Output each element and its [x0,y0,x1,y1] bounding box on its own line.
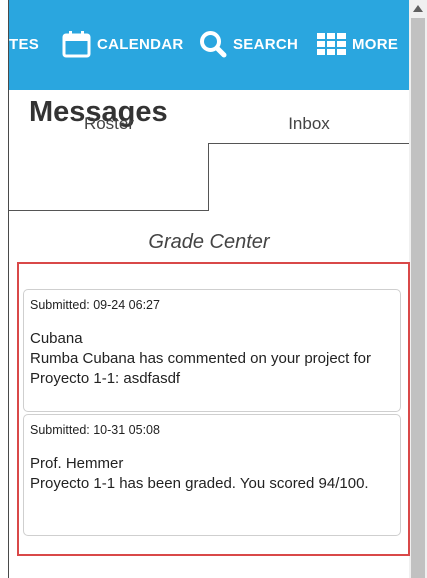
nav-calendar-label: CALENDAR [97,35,184,53]
tab-border [9,210,209,211]
app-frame: TES CALENDAR SEARCH MORE Messages Roster… [0,0,427,578]
tab-border [208,143,409,144]
top-navigation-bar: TES CALENDAR SEARCH MORE [9,0,409,90]
nav-notes-label: TES [9,35,40,53]
message-card[interactable]: Submitted: 10-31 05:08 Prof. Hemmer Proy… [23,414,401,536]
grid-icon [317,33,352,55]
arrow-up-icon [413,5,423,12]
message-sender: Cubana [30,330,83,347]
nav-item-search[interactable]: SEARCH [199,22,298,66]
message-body: Rumba Cubana has commented on your proje… [30,350,372,387]
nav-more-label: MORE [352,35,399,53]
nav-item-notes[interactable]: TES [9,22,39,66]
nav-item-more[interactable]: MORE [317,22,398,66]
message-sender: Prof. Hemmer [30,455,124,472]
tab-border [208,143,209,211]
nav-search-label: SEARCH [233,35,299,53]
scroll-up-button[interactable] [409,0,427,18]
message-submitted-date: Submitted: 09-24 06:27 [30,298,160,312]
vertical-scrollbar[interactable] [409,0,427,578]
message-submitted-date: Submitted: 10-31 05:08 [30,423,160,437]
nav-item-calendar[interactable]: CALENDAR [62,22,184,66]
main-content: Messages Roster Inbox Grade Center Submi… [9,90,410,578]
section-title: Grade Center [148,231,270,253]
search-icon [199,30,233,58]
message-card[interactable]: Submitted: 09-24 06:27 Cubana Rumba Cuba… [23,289,401,412]
tab-inbox[interactable]: Inbox [209,114,409,134]
calendar-icon [62,30,97,58]
scroll-thumb[interactable] [411,18,425,578]
tab-roster[interactable]: Roster [9,114,209,134]
message-body: Proyecto 1-1 has been graded. You scored… [30,475,369,492]
